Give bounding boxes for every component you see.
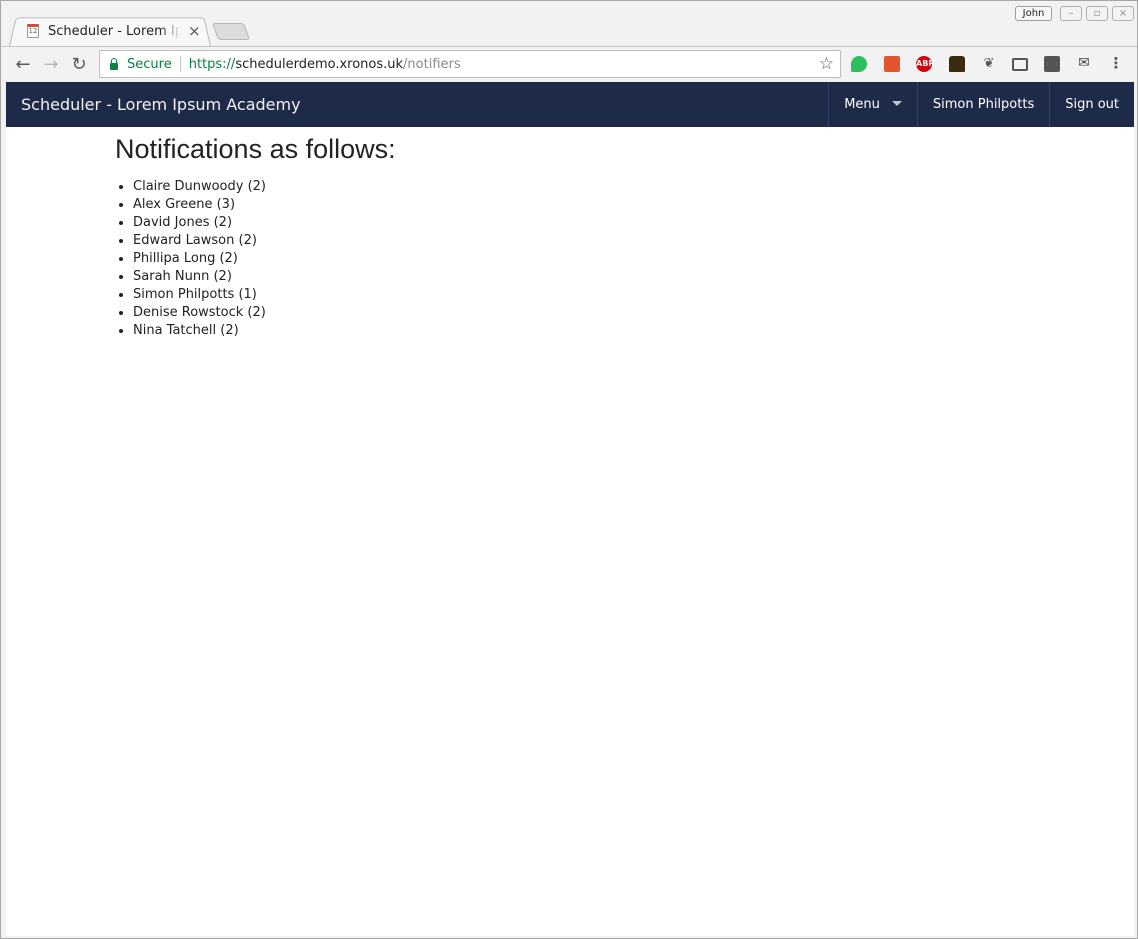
site-brand[interactable]: Scheduler - Lorem Ipsum Academy (21, 82, 301, 127)
list-item: Nina Tatchell (2) (133, 322, 396, 340)
office-icon[interactable] (884, 56, 900, 72)
tab-strip: 12 Scheduler - Lorem Ipsum Academy × Joh… (1, 1, 1137, 46)
omnibox-divider (179, 56, 181, 72)
notifier-list: Claire Dunwoody (2) Alex Greene (3) Davi… (133, 178, 396, 340)
web-page: Scheduler - Lorem Ipsum Academy Menu Sim… (6, 82, 1134, 936)
adblock-icon[interactable]: ABP (916, 56, 934, 72)
calendar-icon: 12 (27, 24, 39, 38)
browser-toolbar: ← → ↻ Secure https:// schedulerdemo.xron… (1, 46, 1137, 82)
keep-icon[interactable] (1044, 56, 1060, 72)
url-path: /notifiers (403, 56, 461, 72)
browser-menu-icon[interactable]: ⋮ (1108, 56, 1124, 72)
tab-close-icon[interactable]: × (188, 23, 201, 39)
list-item: David Jones (2) (133, 214, 396, 232)
address-bar[interactable]: Secure https:// schedulerdemo.xronos.uk … (99, 50, 841, 78)
mail-check-icon[interactable]: ✉ (1076, 56, 1092, 72)
main-content: Notifications as follows: Claire Dunwood… (115, 132, 396, 340)
site-navbar: Scheduler - Lorem Ipsum Academy Menu Sim… (6, 82, 1134, 127)
browser-window: 12 Scheduler - Lorem Ipsum Academy × Joh… (0, 0, 1138, 939)
minimize-icon[interactable]: – (1060, 6, 1082, 21)
navbar-right: Menu Simon Philpotts Sign out (828, 82, 1134, 127)
chevron-down-icon (891, 101, 902, 106)
list-item: Simon Philpotts (1) (133, 286, 396, 304)
bookmark-star-icon[interactable]: ☆ (819, 54, 834, 74)
wallet-icon[interactable] (949, 56, 965, 72)
url-host: schedulerdemo.xronos.uk (235, 56, 404, 72)
close-window-icon[interactable]: × (1112, 6, 1134, 21)
list-item: Phillipa Long (2) (133, 250, 396, 268)
reload-icon[interactable]: ↻ (67, 53, 91, 77)
profile-button[interactable]: John (1015, 6, 1052, 21)
paw-icon[interactable]: ❦ (981, 56, 997, 72)
secure-label: Secure (127, 56, 172, 72)
page-title: Notifications as follows: (115, 134, 396, 164)
active-tab-content[interactable]: 12 Scheduler - Lorem Ipsum Academy × (27, 18, 205, 44)
list-item: Edward Lawson (2) (133, 232, 396, 250)
list-item: Claire Dunwoody (2) (133, 178, 396, 196)
menu-dropdown[interactable]: Menu (828, 82, 917, 127)
maximize-icon[interactable]: ▫ (1086, 6, 1108, 21)
cast-icon[interactable] (1012, 58, 1028, 71)
tab-title: Scheduler - Lorem Ipsum Academy (48, 23, 180, 39)
list-item: Alex Greene (3) (133, 196, 396, 214)
evernote-icon[interactable] (851, 56, 867, 72)
new-tab-button[interactable] (211, 23, 251, 40)
url-scheme: https:// (188, 56, 236, 72)
forward-icon[interactable]: → (39, 53, 63, 77)
menu-label: Menu (844, 97, 880, 112)
list-item: Sarah Nunn (2) (133, 268, 396, 286)
list-item: Denise Rowstock (2) (133, 304, 396, 322)
back-icon[interactable]: ← (11, 53, 35, 77)
lock-icon (110, 57, 118, 70)
sign-out-link[interactable]: Sign out (1049, 82, 1134, 127)
user-link[interactable]: Simon Philpotts (916, 82, 1049, 127)
